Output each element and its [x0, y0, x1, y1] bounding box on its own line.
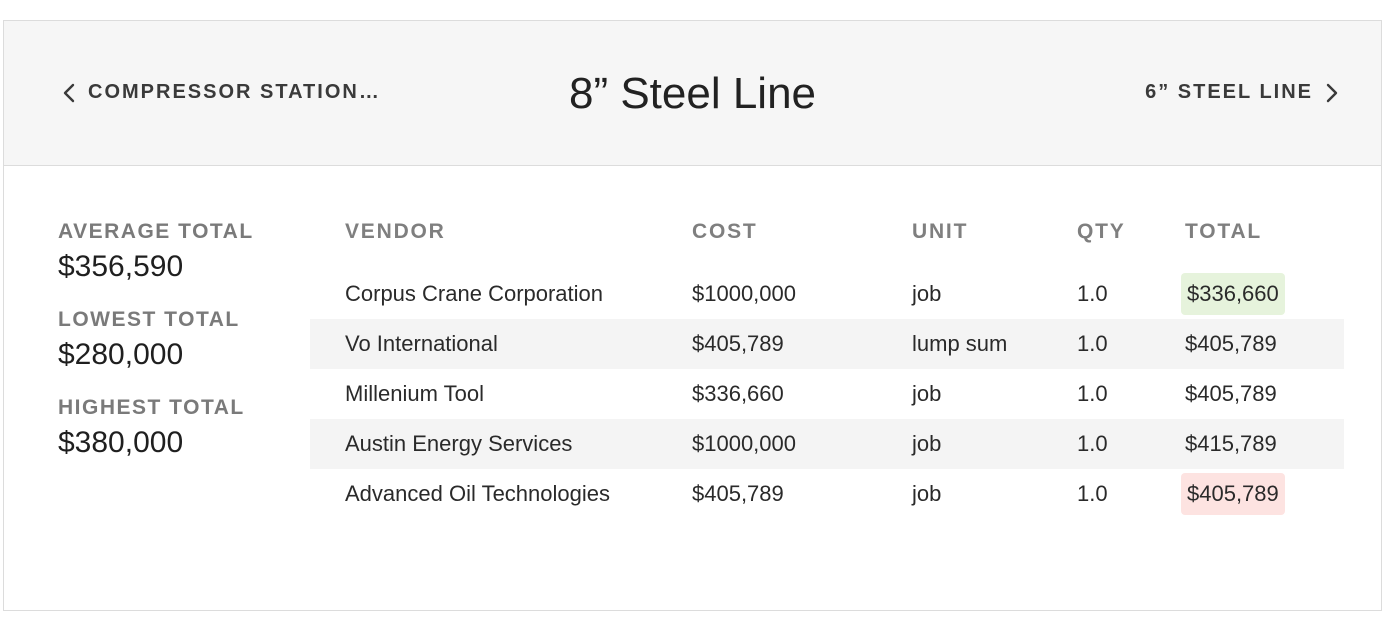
cost-cell: $405,789 — [692, 481, 784, 506]
qty-cell: 1.0 — [1077, 381, 1108, 406]
total-cell: $405,789 — [1181, 473, 1379, 515]
stat-label: LOWEST TOTAL — [58, 308, 240, 331]
summary-stats: AVERAGE TOTAL $356,590 LOWEST TOTAL $280… — [58, 220, 308, 484]
total-cell: $415,789 — [1185, 431, 1277, 456]
total-cell: $405,789 — [1185, 331, 1277, 356]
vendor-cell: Corpus Crane Corporation — [345, 281, 604, 306]
highest-total-stat: HIGHEST TOTAL $380,000 — [58, 396, 308, 460]
column-header-total[interactable]: TOTAL — [1185, 220, 1379, 244]
total-cell: $405,789 — [1185, 381, 1277, 406]
vendor-cell: Millenium Tool — [345, 381, 484, 406]
stat-label: AVERAGE TOTAL — [58, 220, 254, 243]
cost-cell: $336,660 — [692, 381, 784, 406]
highest-total-highlight: $405,789 — [1181, 473, 1285, 515]
table-header: VENDOR COST UNIT QTY TOTAL — [310, 220, 1344, 254]
table-row[interactable]: Vo International $405,789 lump sum 1.0 $405,… — [310, 319, 1344, 369]
average-total-stat: AVERAGE TOTAL $356,590 — [58, 220, 308, 284]
total-cell: $336,660 — [1181, 273, 1379, 315]
stat-label: HIGHEST TOTAL — [58, 396, 245, 419]
vendor-table: VENDOR COST UNIT QTY TOTAL Corpus Crane … — [310, 220, 1344, 519]
unit-cell: job — [912, 481, 942, 506]
table-body: Corpus Crane Corporation $1000,000 job 1.0 $… — [310, 269, 1344, 519]
next-item-link[interactable]: 6” STEEL LINE — [1145, 81, 1341, 104]
next-item-label: 6” STEEL LINE — [1145, 81, 1313, 103]
unit-cell: job — [912, 281, 942, 306]
vendor-cell: Austin Energy Services — [345, 431, 573, 456]
column-header-vendor[interactable]: VENDOR — [345, 220, 692, 244]
cost-cell: $405,789 — [692, 331, 784, 356]
table-row[interactable]: Millenium Tool $336,660 job 1.0 $405,789 — [310, 369, 1344, 419]
unit-cell: job — [912, 431, 942, 456]
unit-cell: job — [912, 381, 942, 406]
cost-cell: $1000,000 — [692, 281, 796, 306]
table-row[interactable]: Austin Energy Services $1000,000 job 1.0 $41… — [310, 419, 1344, 469]
column-header-cost[interactable]: COST — [692, 220, 912, 244]
qty-cell: 1.0 — [1077, 481, 1108, 506]
vendor-cell: Vo International — [345, 331, 498, 356]
lowest-total-highlight: $336,660 — [1181, 273, 1285, 315]
qty-cell: 1.0 — [1077, 331, 1108, 356]
header-bar: COMPRESSOR STATION… 8” Steel Line 6” STE… — [4, 21, 1381, 166]
qty-cell: 1.0 — [1077, 431, 1108, 456]
chevron-right-icon — [1321, 82, 1341, 104]
table-row[interactable]: Advanced Oil Technologies $405,789 job 1.0 $… — [310, 469, 1344, 519]
lowest-total-stat: LOWEST TOTAL $280,000 — [58, 308, 308, 372]
unit-cell: lump sum — [912, 331, 1008, 356]
vendor-cell: Advanced Oil Technologies — [345, 481, 610, 506]
cost-cell: $1000,000 — [692, 431, 796, 456]
column-header-unit[interactable]: UNIT — [912, 220, 1077, 244]
qty-cell: 1.0 — [1077, 281, 1108, 306]
stat-value: $356,590 — [58, 250, 184, 283]
stat-value: $380,000 — [58, 426, 184, 459]
table-row[interactable]: Corpus Crane Corporation $1000,000 job 1.0 $… — [310, 269, 1344, 319]
column-header-qty[interactable]: QTY — [1077, 220, 1185, 244]
stat-value: $280,000 — [58, 338, 184, 371]
